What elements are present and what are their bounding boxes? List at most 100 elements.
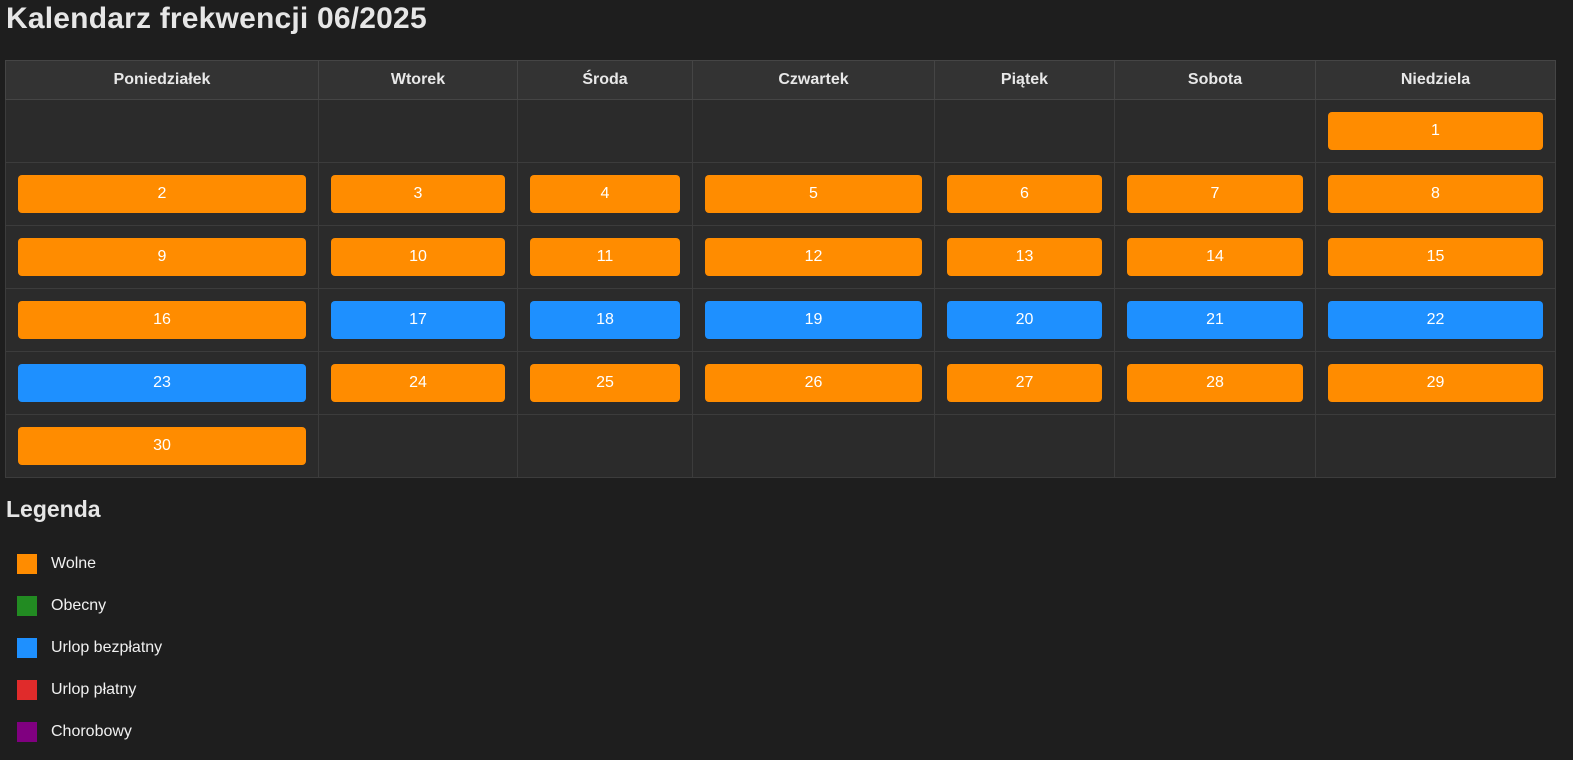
legend-color-swatch: [17, 596, 37, 616]
day-15-button[interactable]: 15: [1328, 238, 1543, 276]
calendar-empty-cell: [517, 414, 693, 478]
day-5-button[interactable]: 5: [705, 175, 922, 213]
calendar-day-cell: 18: [517, 288, 693, 352]
day-30-button[interactable]: 30: [18, 427, 306, 465]
day-4-button[interactable]: 4: [530, 175, 680, 213]
legend-item-wolne: Wolne: [17, 543, 162, 585]
weekday-header-thursday: Czwartek: [692, 60, 935, 100]
day-26-button[interactable]: 26: [705, 364, 922, 402]
weekday-header-wednesday: Środa: [517, 60, 693, 100]
legend-color-swatch: [17, 554, 37, 574]
calendar-week-row: 1: [5, 99, 1556, 163]
calendar-empty-cell: [318, 99, 518, 163]
calendar-day-cell: 5: [692, 162, 935, 226]
calendar-day-cell: 19: [692, 288, 935, 352]
calendar-week-row: 9 10 11 12 13 14 15: [5, 225, 1556, 289]
day-8-button[interactable]: 8: [1328, 175, 1543, 213]
calendar-day-cell: 4: [517, 162, 693, 226]
calendar-day-cell: 24: [318, 351, 518, 415]
weekday-header-tuesday: Wtorek: [318, 60, 518, 100]
legend-item-chorobowy: Chorobowy: [17, 711, 162, 753]
day-23-button[interactable]: 23: [18, 364, 306, 402]
legend-item-urlop-bezplatny: Urlop bezpłatny: [17, 627, 162, 669]
legend-label: Chorobowy: [51, 723, 132, 740]
legend-item-urlop-platny: Urlop płatny: [17, 669, 162, 711]
day-7-button[interactable]: 7: [1127, 175, 1303, 213]
legend-label: Urlop płatny: [51, 681, 137, 698]
calendar-day-cell: 29: [1315, 351, 1556, 415]
calendar-day-cell: 25: [517, 351, 693, 415]
calendar-day-cell: 6: [934, 162, 1115, 226]
attendance-calendar-page: Kalendarz frekwencji 06/2025 Poniedziałe…: [0, 0, 1573, 760]
calendar-day-cell: 26: [692, 351, 935, 415]
day-19-button[interactable]: 19: [705, 301, 922, 339]
legend-title: Legenda: [6, 496, 101, 522]
calendar-day-cell: 13: [934, 225, 1115, 289]
day-20-button[interactable]: 20: [947, 301, 1102, 339]
day-25-button[interactable]: 25: [530, 364, 680, 402]
calendar-empty-cell: [1114, 414, 1316, 478]
calendar-table: Poniedziałek Wtorek Środa Czwartek Piąte…: [5, 60, 1556, 478]
day-18-button[interactable]: 18: [530, 301, 680, 339]
day-12-button[interactable]: 12: [705, 238, 922, 276]
legend-color-swatch: [17, 722, 37, 742]
legend-list: Wolne Obecny Urlop bezpłatny Urlop płatny Ch…: [17, 543, 162, 753]
calendar-day-cell: 15: [1315, 225, 1556, 289]
legend-color-swatch: [17, 638, 37, 658]
calendar-empty-cell: [1315, 414, 1556, 478]
day-22-button[interactable]: 22: [1328, 301, 1543, 339]
day-17-button[interactable]: 17: [331, 301, 505, 339]
calendar-day-cell: 12: [692, 225, 935, 289]
day-6-button[interactable]: 6: [947, 175, 1102, 213]
calendar-week-row: 30: [5, 414, 1556, 478]
legend-label: Urlop bezpłatny: [51, 639, 163, 656]
calendar-day-cell: 27: [934, 351, 1115, 415]
calendar-week-row: 16 17 18 19 20 21 22: [5, 288, 1556, 352]
day-2-button[interactable]: 2: [18, 175, 306, 213]
calendar-empty-cell: [517, 99, 693, 163]
legend-label: Wolne: [51, 555, 97, 572]
day-3-button[interactable]: 3: [331, 175, 505, 213]
calendar-day-cell: 28: [1114, 351, 1316, 415]
day-14-button[interactable]: 14: [1127, 238, 1303, 276]
calendar-empty-cell: [5, 99, 319, 163]
calendar-day-cell: 3: [318, 162, 518, 226]
calendar-empty-cell: [934, 414, 1115, 478]
calendar-day-cell: 9: [5, 225, 319, 289]
calendar-week-row: 23 24 25 26 27 28 29: [5, 351, 1556, 415]
calendar-empty-cell: [934, 99, 1115, 163]
calendar-day-cell: 17: [318, 288, 518, 352]
calendar-day-cell: 22: [1315, 288, 1556, 352]
calendar-day-cell: 8: [1315, 162, 1556, 226]
day-29-button[interactable]: 29: [1328, 364, 1543, 402]
day-16-button[interactable]: 16: [18, 301, 306, 339]
calendar-day-cell: 7: [1114, 162, 1316, 226]
calendar-day-cell: 1: [1315, 99, 1556, 163]
calendar-day-cell: 30: [5, 414, 319, 478]
legend-color-swatch: [17, 680, 37, 700]
day-21-button[interactable]: 21: [1127, 301, 1303, 339]
calendar-day-cell: 23: [5, 351, 319, 415]
day-1-button[interactable]: 1: [1328, 112, 1543, 150]
day-27-button[interactable]: 27: [947, 364, 1102, 402]
day-24-button[interactable]: 24: [331, 364, 505, 402]
calendar-empty-cell: [692, 414, 935, 478]
calendar-empty-cell: [1114, 99, 1316, 163]
weekday-header-sunday: Niedziela: [1315, 60, 1556, 100]
calendar-empty-cell: [692, 99, 935, 163]
legend-label: Obecny: [51, 597, 107, 614]
calendar-day-cell: 2: [5, 162, 319, 226]
calendar-body: 1 2 3 4 5 6 7 8 9 10 11 12 13 14 15 16 17 18 19 20 21 22 23 24 2…: [5, 99, 1556, 478]
day-13-button[interactable]: 13: [947, 238, 1102, 276]
calendar-day-cell: 16: [5, 288, 319, 352]
day-9-button[interactable]: 9: [18, 238, 306, 276]
day-28-button[interactable]: 28: [1127, 364, 1303, 402]
weekday-header-friday: Piątek: [934, 60, 1115, 100]
weekday-header-row: Poniedziałek Wtorek Środa Czwartek Piąte…: [5, 60, 1556, 100]
day-10-button[interactable]: 10: [331, 238, 505, 276]
weekday-header-monday: Poniedziałek: [5, 60, 319, 100]
calendar-day-cell: 11: [517, 225, 693, 289]
day-11-button[interactable]: 11: [530, 238, 680, 276]
calendar-day-cell: 20: [934, 288, 1115, 352]
calendar-day-cell: 21: [1114, 288, 1316, 352]
